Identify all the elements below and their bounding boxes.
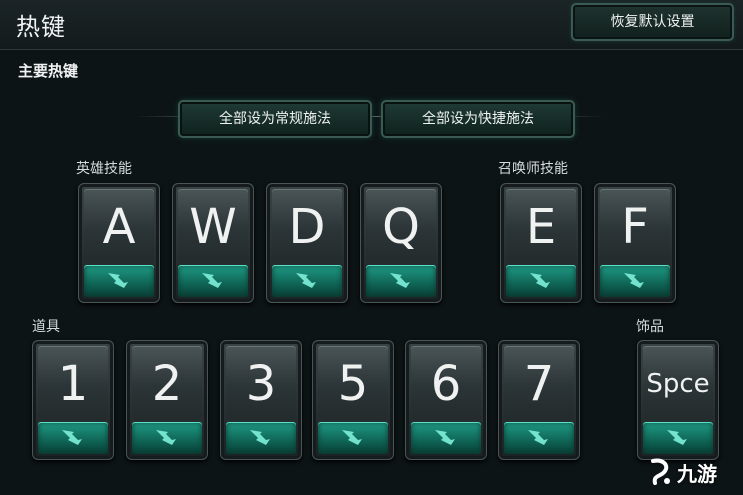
hotkey-item-3[interactable]: 3 [220,340,302,460]
hotkey-label: 1 [38,346,108,420]
hotkey-item-2[interactable]: 2 [126,340,208,460]
hotkey-label: W [178,189,248,263]
set-all-quick-cast-button[interactable]: 全部设为快捷施法 [381,100,575,138]
hotkey-label: D [272,189,342,263]
hotkey-label: 2 [132,346,202,420]
lightning-arrow-icon [435,430,455,445]
lightning-arrow-icon [528,430,548,445]
watermark-text: 九游 [677,462,717,486]
header-bar: 热键 恢复默认设置 [0,0,743,50]
lightning-arrow-icon [342,430,362,445]
lightning-arrow-icon [156,430,176,445]
quick-cast-toggle[interactable] [318,422,388,454]
hotkey-hero-skill-1[interactable]: A [78,183,160,303]
hotkey-label: F [600,189,670,263]
hotkey-label: 6 [411,346,481,420]
items-label: 道具 [32,319,60,335]
hotkey-label: E [506,189,576,263]
lightning-arrow-icon [250,430,270,445]
hotkey-label: 7 [504,346,574,420]
hotkey-trinket[interactable]: Spce [637,340,719,460]
hotkey-item-4[interactable]: 5 [312,340,394,460]
lightning-arrow-icon [530,273,550,288]
lightning-arrow-icon [390,273,410,288]
quick-cast-toggle[interactable] [506,265,576,297]
hotkey-summoner-skill-1[interactable]: E [500,183,582,303]
jiuyou-logo-icon [651,458,670,485]
hotkey-label: Spce [643,346,713,420]
quick-cast-toggle[interactable] [272,265,342,297]
quick-cast-toggle[interactable] [411,422,481,454]
hotkey-item-5[interactable]: 6 [405,340,487,460]
quick-cast-toggle[interactable] [132,422,202,454]
reset-defaults-button[interactable]: 恢复默认设置 [571,3,734,41]
hotkey-label: A [84,189,154,263]
hotkey-hero-skill-3[interactable]: D [266,183,348,303]
hotkey-label: Q [366,189,436,263]
hotkey-hero-skill-2[interactable]: W [172,183,254,303]
lightning-arrow-icon [624,273,644,288]
lightning-arrow-icon [62,430,82,445]
quick-cast-toggle[interactable] [600,265,670,297]
trinket-label: 饰品 [636,319,664,335]
watermark: 九游 [645,455,737,489]
lightning-arrow-icon [296,273,316,288]
hotkey-item-1[interactable]: 1 [32,340,114,460]
hotkey-item-6[interactable]: 7 [498,340,580,460]
quick-cast-toggle[interactable] [504,422,574,454]
quick-cast-toggle[interactable] [643,422,713,454]
hotkey-summoner-skill-2[interactable]: F [594,183,676,303]
quick-cast-toggle[interactable] [38,422,108,454]
quick-cast-toggle[interactable] [178,265,248,297]
section-title: 主要热键 [18,62,79,80]
summoner-skills-label: 召唤师技能 [498,161,568,177]
set-all-normal-cast-button[interactable]: 全部设为常规施法 [178,100,372,138]
hotkey-hero-skill-4[interactable]: Q [360,183,442,303]
hotkey-label: 3 [226,346,296,420]
lightning-arrow-icon [202,273,222,288]
quick-cast-toggle[interactable] [84,265,154,297]
lightning-arrow-icon [667,430,687,445]
page-title: 热键 [16,13,66,41]
lightning-arrow-icon [108,273,128,288]
quick-cast-toggle[interactable] [366,265,436,297]
hotkey-label: 5 [318,346,388,420]
quick-cast-toggle[interactable] [226,422,296,454]
hero-skills-label: 英雄技能 [76,161,132,177]
